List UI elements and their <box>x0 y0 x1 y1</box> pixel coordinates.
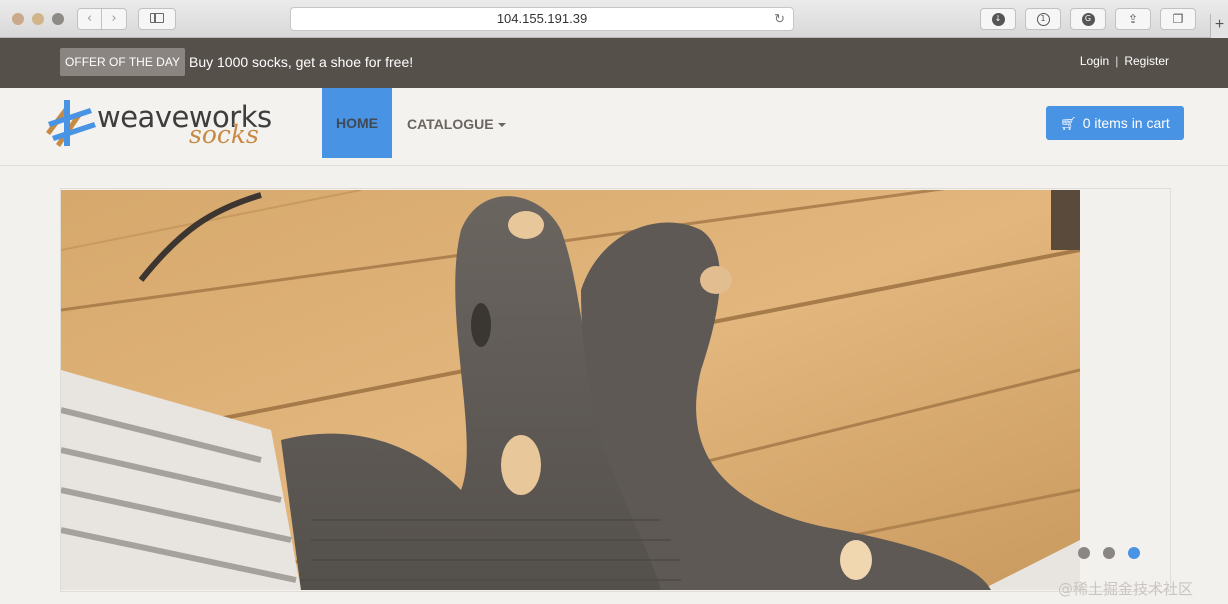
offer-badge[interactable]: OFFER OF THE DAY <box>60 48 185 76</box>
carousel-dot-3-active[interactable] <box>1128 547 1140 559</box>
sidebar-icon <box>150 13 164 23</box>
nav-catalogue-label: CATALOGUE <box>407 116 494 132</box>
logo-mark-icon <box>46 100 96 147</box>
carousel-dot-1[interactable] <box>1078 547 1090 559</box>
auth-links: Login | Register <box>1080 54 1169 68</box>
address-bar[interactable]: 104.155.191.39 ↻ <box>290 7 794 31</box>
back-button[interactable]: ‹ <box>77 8 102 30</box>
grammarly-button[interactable]: G <box>1070 8 1106 30</box>
watermark-text: @稀土掘金技术社区 <box>1058 580 1194 598</box>
plus-icon: + <box>1214 16 1225 33</box>
offer-bar: OFFER OF THE DAY Buy 1000 socks, get a s… <box>0 38 1228 88</box>
carousel-slide-image <box>61 190 1080 590</box>
chevron-down-icon <box>497 123 506 128</box>
new-tab-button[interactable]: + <box>1210 14 1228 38</box>
share-icon: ⇪ <box>1127 12 1139 26</box>
login-link[interactable]: Login <box>1080 54 1109 68</box>
nav-home[interactable]: HOME <box>322 88 392 158</box>
auth-separator: | <box>1115 54 1119 68</box>
share-button[interactable]: ⇪ <box>1115 8 1151 30</box>
1password-icon: 1 <box>1036 13 1050 26</box>
download-icon: ↓ <box>991 13 1005 26</box>
nav-catalogue[interactable]: CATALOGUE <box>407 116 506 132</box>
offer-text: Buy 1000 socks, get a shoe for free! <box>189 54 414 70</box>
password-manager-button[interactable]: 1 <box>1025 8 1061 30</box>
sidebar-toggle-button[interactable] <box>138 8 176 30</box>
grammarly-icon: G <box>1081 13 1095 26</box>
minimize-window-button[interactable] <box>32 13 44 25</box>
browser-toolbar: ‹ › 104.155.191.39 ↻ ↓ 1 G ⇪ ❐ + <box>0 0 1228 38</box>
logo-subtitle: socks <box>189 120 259 149</box>
tabs-icon: ❐ <box>1172 12 1184 26</box>
reload-icon[interactable]: ↻ <box>774 8 785 30</box>
main-navbar: weaveworks socks HOME CATALOGUE 🛒︎ 0 item… <box>0 88 1228 166</box>
forward-button[interactable]: › <box>102 8 127 30</box>
close-window-button[interactable] <box>12 13 24 25</box>
cart-label: 0 items in cart <box>1082 115 1170 131</box>
cart-button[interactable]: 🛒︎ 0 items in cart <box>1046 106 1184 140</box>
back-icon: ‹ <box>86 11 93 26</box>
socks-photo <box>61 190 1080 590</box>
cart-icon: 🛒︎ <box>1060 117 1077 132</box>
tabs-overview-button[interactable]: ❐ <box>1160 8 1196 30</box>
register-link[interactable]: Register <box>1124 54 1169 68</box>
url-text: 104.155.191.39 <box>496 11 588 26</box>
carousel-dot-2[interactable] <box>1103 547 1115 559</box>
weaveworks-logo[interactable]: weaveworks socks <box>44 98 284 150</box>
downloads-button[interactable]: ↓ <box>980 8 1016 30</box>
forward-icon: › <box>111 11 117 26</box>
maximize-window-button[interactable] <box>52 13 64 25</box>
